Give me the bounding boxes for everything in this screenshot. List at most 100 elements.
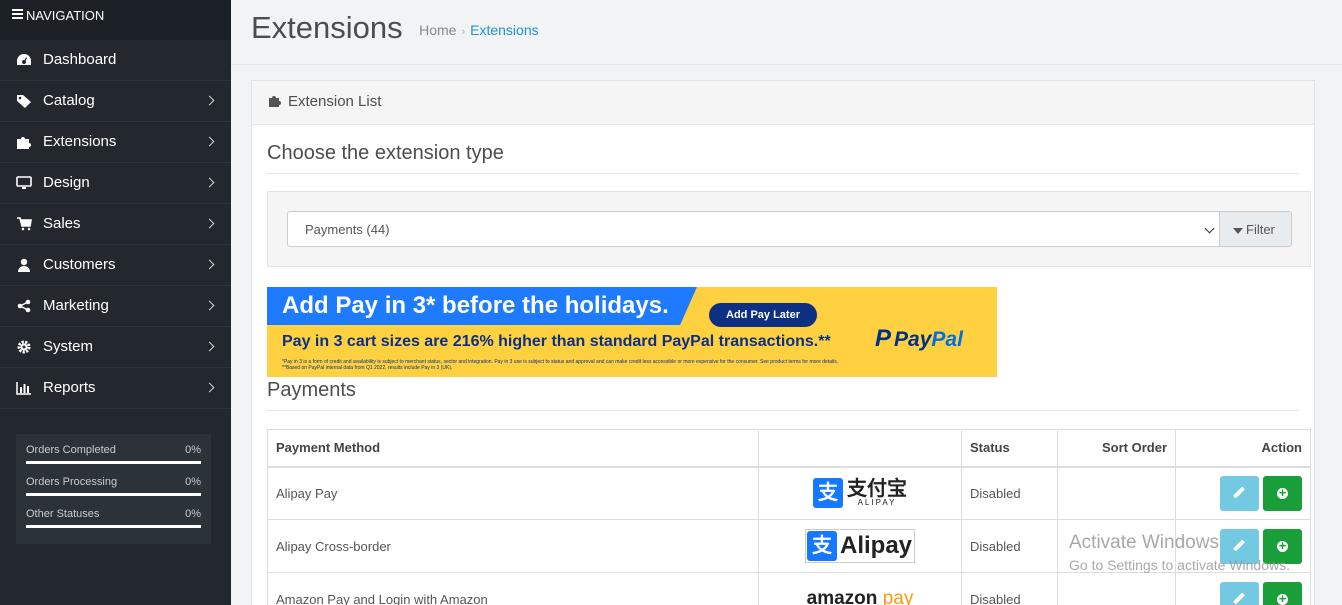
action-cell [1175, 466, 1311, 520]
payment-status: Disabled [961, 572, 1058, 605]
chevron-right-icon [204, 218, 215, 229]
fine-print-line: **Based on PayPal internal data from Q1 … [282, 365, 453, 371]
panel-heading: Extension List [252, 81, 1314, 125]
sidebar-item-sales[interactable]: Sales [0, 204, 231, 245]
logo-pay: Pay [894, 328, 932, 351]
breadcrumb-home[interactable]: Home [419, 22, 456, 38]
navigation-header[interactable]: NAVIGATION [0, 0, 231, 40]
sidebar: NAVIGATION Dashboard Catalog Extensions … [0, 0, 231, 605]
stat-value: 0% [185, 444, 201, 456]
payment-sort-order [1057, 572, 1176, 605]
activate-windows-watermark: Activate Windows Go to Settings to activ… [1069, 532, 1290, 576]
user-icon [18, 258, 30, 272]
logo-cell: amazon pay [758, 572, 962, 605]
stat-label: Orders Processing [26, 476, 118, 488]
puzzle-icon [17, 137, 31, 149]
breadcrumb-separator-icon: › [461, 26, 466, 39]
logo-text: amazon [806, 588, 878, 605]
extension-type-select[interactable]: Payments (44) [287, 211, 1220, 247]
col-payment-method: Payment Method [267, 429, 759, 468]
logo-cell: 支 支付宝 ALIPAY [758, 466, 962, 520]
banner-headline: Add Pay in 3* before the holidays. [282, 292, 669, 319]
alipay-logo: 支 Alipay [804, 529, 916, 563]
extension-list-panel: Extension List Choose the extension type… [251, 80, 1315, 605]
sidebar-item-label: Marketing [43, 297, 109, 314]
sidebar-item-label: Customers [43, 256, 116, 273]
chevron-right-icon [204, 177, 215, 188]
filter-icon [1233, 228, 1243, 234]
choose-type-heading: Choose the extension type [267, 142, 1299, 174]
logo-pal: Pal [931, 328, 963, 351]
table-header-row: Payment Method Status Sort Order Action [267, 429, 1311, 468]
panel-title: Extension List [288, 93, 382, 110]
table-row: Alipay Pay 支 支付宝 ALIPAY Disabled [267, 466, 1311, 520]
desktop-icon [16, 176, 32, 189]
paypal-logo: P PayPal [875, 325, 963, 353]
main-content: Extensions Home › Extensions Extension Lis… [231, 0, 1342, 605]
sidebar-item-extensions[interactable]: Extensions [0, 122, 231, 163]
sidebar-item-reports[interactable]: Reports [0, 368, 231, 409]
banner-subline: Pay in 3 cart sizes are 216% higher than… [282, 333, 831, 350]
sidebar-item-label: Sales [43, 215, 81, 232]
sidebar-item-catalog[interactable]: Catalog [0, 81, 231, 122]
order-stats: Orders Completed 0% Orders Processing 0% O… [16, 434, 211, 544]
payment-status: Disabled [961, 466, 1058, 520]
sidebar-item-marketing[interactable]: Marketing [0, 286, 231, 327]
bar-chart-icon [16, 382, 31, 395]
payment-status: Disabled [961, 519, 1058, 573]
watermark-title: Activate Windows [1069, 532, 1219, 553]
sidebar-item-label: System [43, 338, 94, 355]
chevron-down-icon [1204, 223, 1215, 234]
payment-name: Amazon Pay and Login with Amazon [267, 572, 759, 605]
chevron-right-icon [204, 259, 215, 270]
logo-text: Alipay [839, 532, 913, 559]
install-button[interactable] [1263, 475, 1302, 511]
col-status: Status [961, 429, 1058, 468]
sidebar-item-label: Catalog [43, 92, 95, 109]
payment-name: Alipay Cross-border [267, 519, 759, 573]
sidebar-item-design[interactable]: Design [0, 163, 231, 204]
sidebar-item-dashboard[interactable]: Dashboard [0, 40, 231, 81]
payment-name: Alipay Pay [267, 466, 759, 520]
stat-label: Other Statuses [26, 508, 100, 520]
logo-text: pay [882, 588, 914, 605]
sidebar-item-label: Dashboard [43, 51, 117, 68]
alipay-cn-logo: 支 支付宝 ALIPAY [813, 478, 907, 509]
sidebar-item-label: Extensions [43, 133, 117, 150]
stat-other-statuses: Other Statuses 0% [26, 508, 201, 528]
action-cell [1175, 572, 1311, 605]
breadcrumb-extensions[interactable]: Extensions [470, 22, 538, 38]
stat-value: 0% [185, 508, 201, 520]
share-icon [17, 299, 31, 313]
progress-bar [26, 493, 201, 496]
page-title: Extensions [251, 10, 403, 45]
edit-button[interactable] [1220, 581, 1259, 605]
chevron-right-icon [204, 382, 215, 393]
install-button[interactable] [1263, 581, 1302, 605]
chevron-right-icon [204, 136, 215, 147]
sidebar-item-label: Reports [43, 379, 96, 396]
progress-bar [26, 525, 201, 528]
logo-subtext: ALIPAY [857, 498, 897, 508]
gear-icon [17, 340, 31, 354]
banner-fine-print: *Pay in 3 is a form of credit and availa… [282, 359, 838, 371]
watermark-subtitle: Go to Settings to activate Windows. [1069, 557, 1290, 573]
chevron-right-icon [204, 95, 215, 106]
stat-orders-completed: Orders Completed 0% [26, 444, 201, 464]
col-action: Action [1175, 429, 1311, 468]
alipay-mark-icon: 支 [806, 531, 837, 561]
chevron-right-icon [204, 341, 215, 352]
table-row: Amazon Pay and Login with Amazon amazon … [267, 572, 1311, 605]
logo-cell: 支 Alipay [758, 519, 962, 573]
stat-orders-processing: Orders Processing 0% [26, 476, 201, 496]
sidebar-item-customers[interactable]: Customers [0, 245, 231, 286]
edit-button[interactable] [1220, 475, 1259, 511]
breadcrumb: Home › Extensions [419, 22, 539, 38]
tags-icon [17, 95, 31, 108]
dashboard-icon [17, 54, 31, 65]
paypal-banner[interactable]: Add Pay in 3* before the holidays. Add P… [267, 287, 997, 377]
add-pay-later-button[interactable]: Add Pay Later [709, 303, 817, 327]
sidebar-item-system[interactable]: System [0, 327, 231, 368]
filter-button[interactable]: Filter [1219, 211, 1292, 247]
navigation-title: NAVIGATION [26, 8, 105, 23]
